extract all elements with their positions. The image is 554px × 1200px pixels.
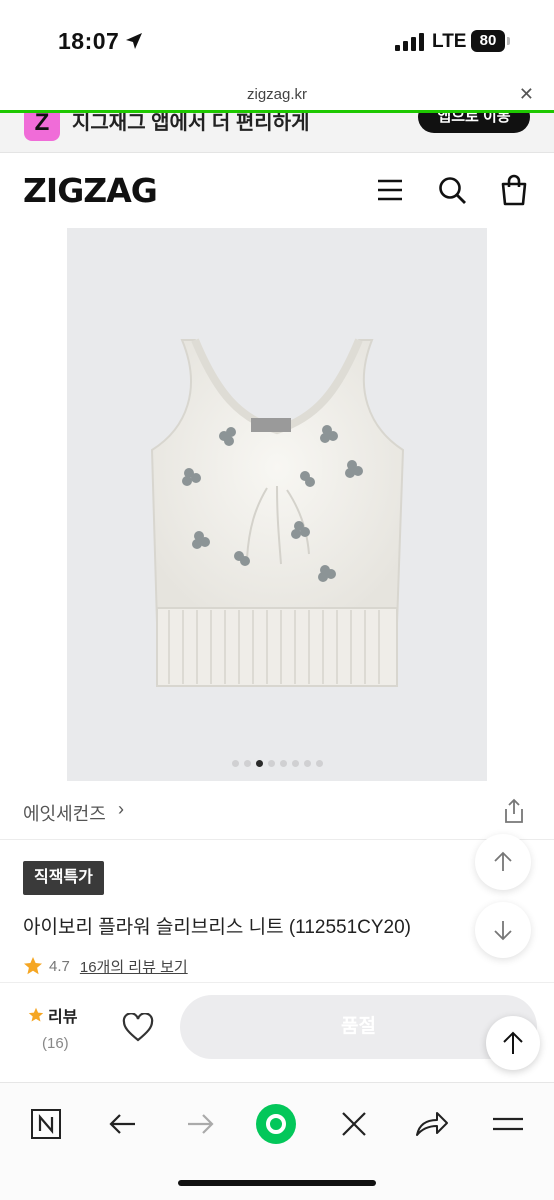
carousel-dot[interactable] <box>255 760 263 767</box>
carousel-dot[interactable] <box>267 760 275 767</box>
home-indicator <box>178 1180 376 1186</box>
review-summary[interactable]: 리뷰 (16) <box>28 1003 88 1052</box>
scroll-down-button[interactable] <box>475 902 531 958</box>
heart-icon[interactable] <box>122 1013 154 1043</box>
app-banner-text: 지그재그 앱에서 더 편리하게 <box>72 113 310 134</box>
zigzag-logo[interactable]: ZIGZAG <box>23 171 158 210</box>
browser-menu-button[interactable] <box>486 1103 530 1147</box>
menu-icon[interactable] <box>374 174 406 206</box>
store-row[interactable]: 에잇세컨즈 › <box>0 790 554 840</box>
site-header: ZIGZAG <box>0 154 554 226</box>
purchase-bar: 리뷰 (16) 품절 <box>0 982 554 1080</box>
rating-row: 4.7 16개의 리뷰 보기 <box>23 955 188 977</box>
naver-green-button[interactable] <box>254 1103 298 1147</box>
arrow-up-icon <box>494 851 512 871</box>
close-icon[interactable]: ✕ <box>519 84 534 105</box>
search-icon[interactable] <box>436 174 468 206</box>
url-domain[interactable]: zigzag.kr <box>0 86 554 103</box>
forward-icon <box>188 1114 214 1134</box>
product-title: 아이보리 플라워 슬리브리스 니트 (112551CY20) <box>23 917 412 938</box>
carousel-dot[interactable] <box>231 760 239 767</box>
open-app-button[interactable]: 앱으로 이동 <box>418 113 530 133</box>
carousel-dot[interactable] <box>291 760 299 767</box>
location-arrow-icon <box>126 33 142 49</box>
review-label: 리뷰 <box>48 1009 78 1026</box>
scroll-to-top-button[interactable] <box>486 1016 540 1070</box>
network-label: LTE <box>432 31 467 52</box>
review-link[interactable]: 16개의 리뷰 보기 <box>80 956 188 977</box>
rating-value: 4.7 <box>49 957 70 975</box>
carousel-dot[interactable] <box>279 760 287 767</box>
shopping-bag-icon[interactable] <box>498 174 530 206</box>
arrow-down-icon <box>494 921 512 941</box>
share-arrow-icon <box>416 1112 448 1136</box>
share-icon[interactable] <box>502 798 526 824</box>
back-icon <box>109 1114 135 1134</box>
close-tab-button[interactable] <box>332 1103 376 1147</box>
signal-icon <box>395 33 424 51</box>
naver-home-button[interactable] <box>24 1103 68 1147</box>
store-name[interactable]: 에잇세컨즈 <box>23 800 106 826</box>
carousel-dots[interactable] <box>67 760 487 767</box>
naver-home-icon <box>31 1109 61 1139</box>
product-image-carousel[interactable] <box>67 228 487 781</box>
chevron-right-icon[interactable]: › <box>118 799 124 820</box>
scroll-up-button[interactable] <box>475 834 531 890</box>
share-button[interactable] <box>409 1103 453 1147</box>
naver-green-dot-icon <box>256 1104 296 1144</box>
menu-icon <box>493 1117 523 1131</box>
back-button[interactable] <box>101 1103 145 1147</box>
star-icon <box>28 1007 44 1022</box>
zigzag-app-icon: Z <box>24 113 60 141</box>
carousel-dot[interactable] <box>243 760 251 767</box>
star-icon <box>24 957 42 975</box>
carousel-dot[interactable] <box>303 760 311 767</box>
special-price-badge: 직잭특가 <box>23 861 104 895</box>
close-icon <box>342 1112 366 1136</box>
review-count: (16) <box>42 1035 69 1052</box>
battery-icon: 80 <box>471 30 505 52</box>
arrow-up-icon <box>503 1031 523 1054</box>
carousel-dot[interactable] <box>315 760 323 767</box>
status-bar: 18:07 LTE 80 <box>0 0 554 78</box>
url-bar[interactable]: zigzag.kr ✕ <box>0 78 554 112</box>
knit-vest-image <box>150 338 405 687</box>
battery-nub <box>507 37 510 45</box>
sold-out-button[interactable]: 품절 <box>180 995 537 1059</box>
status-time: 18:07 <box>58 28 120 54</box>
forward-button[interactable] <box>178 1103 222 1147</box>
app-install-banner[interactable]: Z 지그재그 앱에서 더 편리하게 앱으로 이동 <box>0 113 554 153</box>
